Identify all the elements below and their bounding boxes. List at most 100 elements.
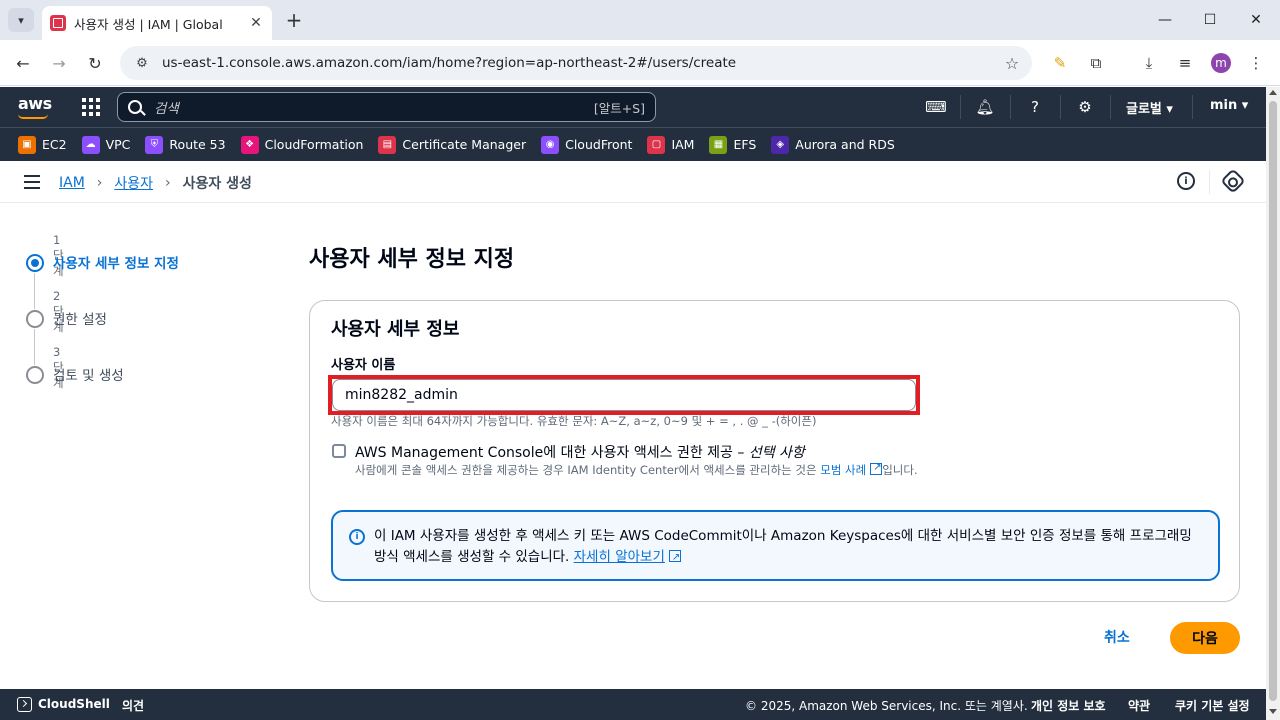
console-access-checkbox[interactable] (332, 444, 346, 458)
scroll-up-arrow-icon[interactable] (1269, 90, 1277, 95)
region-selector[interactable]: 글로벌 ▾ (1126, 98, 1173, 117)
step-dot-icon (26, 310, 44, 328)
browser-tab-active[interactable]: 사용자 생성 | IAM | Global ✕ (42, 6, 272, 40)
services-grid-icon[interactable] (82, 98, 100, 116)
favorite-label: VPC (105, 137, 131, 152)
step-active-dot-icon (26, 254, 44, 272)
user-details-panel: 사용자 세부 정보 사용자 이름 min8282_admin 사용자 이름은 최… (309, 300, 1240, 602)
external-link-icon (870, 460, 883, 476)
step-connector (34, 329, 35, 365)
optional-label: 선택 사항 (748, 445, 805, 461)
favorite-cloudfront[interactable]: ◉ CloudFront (541, 135, 633, 154)
media-queue-icon[interactable]: ≡ (1173, 51, 1197, 75)
browser-menu-icon[interactable]: ⋮ (1244, 51, 1268, 75)
console-search-input[interactable]: 검색 [알트+S] (117, 92, 656, 122)
username-input[interactable]: min8282_admin (332, 379, 916, 411)
breadcrumb: IAM › 사용자 › 사용자 생성 (59, 173, 252, 193)
address-bar[interactable]: ⚙ us-east-1.console.aws.amazon.com/iam/h… (120, 46, 1032, 80)
favorite-label: Route 53 (169, 137, 226, 152)
external-link-icon (668, 547, 681, 568)
new-tab-button[interactable]: + (282, 8, 306, 32)
route53-icon: ⛨ (145, 135, 164, 154)
tab-close-icon[interactable]: ✕ (248, 15, 264, 31)
profile-avatar[interactable]: m (1211, 53, 1231, 73)
iam-favicon-icon (50, 15, 66, 31)
search-shortcut-hint: [알트+S] (593, 100, 645, 116)
learn-more-link[interactable]: 자세히 알아보기 (574, 549, 665, 565)
favorite-ec2[interactable]: ▣ EC2 (18, 135, 67, 154)
tab-title: 사용자 생성 | IAM | Global (74, 16, 223, 32)
page-title: 사용자 세부 정보 지정 (309, 247, 515, 272)
nav-divider (1110, 95, 1111, 119)
favorites-bar: ▣ EC2 ☁ VPC ⛨ Route 53 ❖ CloudFormation … (0, 127, 1266, 161)
favorite-aurora-rds[interactable]: ◈ Aurora and RDS (771, 135, 895, 154)
settings-gear-icon[interactable]: ⚙ (1075, 97, 1095, 117)
favorite-efs[interactable]: ▦ EFS (709, 135, 757, 154)
console-access-label[interactable]: AWS Management Console에 대한 사용자 액세스 권한 제공… (355, 442, 805, 462)
site-info-icon[interactable]: ⚙ (132, 53, 152, 73)
favorite-cloudformation[interactable]: ❖ CloudFormation (240, 135, 364, 154)
privacy-link[interactable]: 개인 정보 보호 (1031, 697, 1106, 714)
breadcrumb-users[interactable]: 사용자 (114, 173, 153, 193)
cloudformation-icon: ❖ (240, 135, 259, 154)
username-label: 사용자 이름 (331, 358, 396, 373)
browser-tab-bar: ▾ 사용자 생성 | IAM | Global ✕ + — ☐ ✕ (0, 0, 1280, 40)
favorite-label: CloudFormation (264, 137, 364, 152)
aws-console-nav: aws 검색 [알트+S] ⌨ 🔔︎ ? ⚙ 글로벌 ▾ min ▾ (0, 87, 1266, 127)
cancel-button[interactable]: 취소 (1104, 627, 1130, 649)
cookie-preferences-link[interactable]: 쿠키 기본 설정 (1175, 697, 1250, 714)
notifications-bell-icon[interactable]: 🔔︎ (975, 97, 995, 117)
extension-icon[interactable]: ✎ (1048, 51, 1072, 75)
extensions-puzzle-icon[interactable]: ⧉ (1084, 51, 1108, 75)
info-alert: i 이 IAM 사용자를 생성한 후 액세스 키 또는 AWS CodeComm… (331, 510, 1220, 581)
scroll-thumb[interactable] (1269, 101, 1277, 701)
terms-link[interactable]: 약관 (1128, 697, 1150, 714)
step-dot-icon (26, 366, 44, 384)
favorite-certificate-manager[interactable]: ▤ Certificate Manager (378, 135, 527, 154)
page-scrollbar[interactable] (1266, 87, 1280, 720)
step-label: 검토 및 생성 (53, 368, 124, 384)
breadcrumb-iam[interactable]: IAM (59, 175, 85, 191)
favorite-label: EFS (733, 137, 757, 152)
info-circle-icon: i (349, 529, 365, 545)
favorite-vpc[interactable]: ☁ VPC (81, 135, 131, 154)
favorite-iam[interactable]: ▢ IAM (647, 135, 694, 154)
chevron-right-icon: › (96, 175, 103, 191)
help-icon[interactable]: ? (1025, 97, 1045, 117)
maximize-icon[interactable]: ☐ (1198, 8, 1222, 32)
nav-divider (1060, 95, 1061, 119)
aws-logo[interactable]: aws (18, 94, 52, 113)
info-panel-icon[interactable]: i (1177, 172, 1195, 190)
reload-icon[interactable]: ↻ (83, 51, 107, 75)
chevron-right-icon: › (165, 175, 171, 191)
window-close-icon[interactable]: ✕ (1244, 8, 1268, 32)
cloudshell-icon[interactable] (17, 697, 32, 712)
minimize-icon[interactable]: — (1153, 8, 1177, 32)
browser-toolbar: ← → ↻ ⚙ us-east-1.console.aws.amazon.com… (0, 40, 1280, 86)
favorite-label: Certificate Manager (402, 137, 527, 152)
certificate-manager-icon: ▤ (378, 135, 397, 154)
back-arrow-icon[interactable]: ← (11, 51, 35, 75)
url-text[interactable]: us-east-1.console.aws.amazon.com/iam/hom… (162, 55, 1000, 71)
breadcrumb-bar: IAM › 사용자 › 사용자 생성 (0, 161, 1266, 203)
best-practice-link[interactable]: 모범 사례 (820, 463, 866, 477)
rds-icon: ◈ (771, 135, 790, 154)
scroll-down-arrow-icon[interactable] (1269, 709, 1277, 714)
forward-arrow-icon[interactable]: → (47, 51, 71, 75)
breadcrumb-current: 사용자 생성 (182, 176, 252, 192)
tab-search-button[interactable]: ▾ (8, 8, 34, 32)
account-menu[interactable]: min ▾ (1210, 98, 1248, 113)
step-label: 권한 설정 (53, 312, 107, 328)
username-value: min8282_admin (345, 387, 458, 403)
favorite-label: CloudFront (565, 137, 633, 152)
cloudshell-link[interactable]: CloudShell (38, 697, 110, 711)
side-nav-menu-icon[interactable] (24, 175, 40, 189)
download-icon[interactable]: ⤓ (1137, 51, 1161, 75)
favorite-route53[interactable]: ⛨ Route 53 (145, 135, 226, 154)
cloudshell-icon[interactable]: ⌨ (925, 97, 947, 117)
feedback-link[interactable]: 의견 (122, 697, 144, 714)
search-icon (128, 100, 142, 114)
bookmark-star-icon[interactable]: ☆ (1000, 51, 1024, 75)
next-button[interactable]: 다음 (1170, 622, 1240, 654)
nav-divider (1192, 95, 1193, 119)
